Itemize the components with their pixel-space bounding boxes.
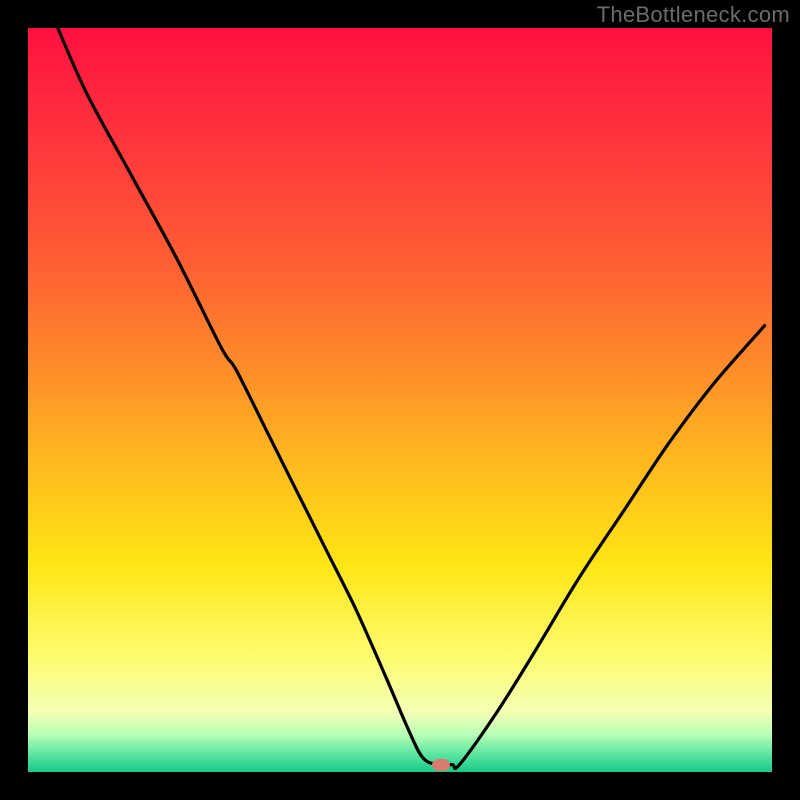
gradient-plot-area: [28, 28, 772, 772]
chart-frame: TheBottleneck.com: [0, 0, 800, 800]
optimal-point-marker: [432, 759, 450, 771]
watermark-text: TheBottleneck.com: [597, 2, 790, 28]
